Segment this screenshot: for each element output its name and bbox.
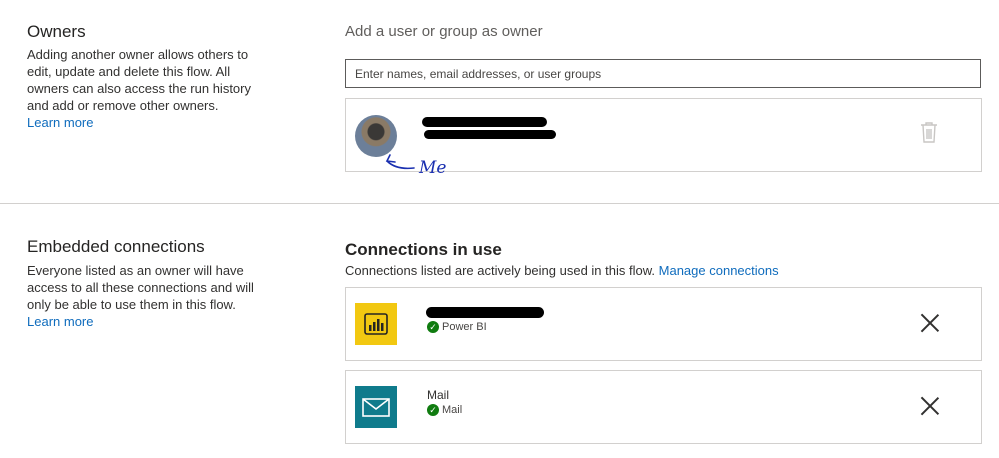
power-bi-icon — [355, 303, 397, 345]
connections-subtext-text: Connections listed are actively being us… — [345, 263, 656, 278]
embedded-description: Everyone listed as an owner will have ac… — [27, 262, 257, 330]
add-owner-heading: Add a user or group as owner — [345, 23, 543, 40]
connections-heading: Connections in use — [345, 240, 502, 259]
redacted-owner-email — [424, 130, 556, 139]
section-divider — [0, 203, 999, 204]
owners-description-text: Adding another owner allows others to ed… — [27, 47, 251, 113]
redacted-connection-name — [426, 307, 544, 318]
trash-icon[interactable] — [920, 121, 938, 143]
embedded-description-text: Everyone listed as an owner will have ac… — [27, 263, 254, 312]
embedded-learn-more-link[interactable]: Learn more — [27, 313, 257, 330]
owners-learn-more-link[interactable]: Learn more — [27, 114, 257, 131]
remove-connection-button[interactable] — [920, 313, 940, 333]
manage-connections-link[interactable]: Manage connections — [659, 263, 779, 278]
connections-subtext: Connections listed are actively being us… — [345, 263, 779, 278]
connection-status: ✓ Power BI — [427, 321, 487, 334]
connection-card-mail: Mail ✓ Mail — [345, 370, 982, 444]
checkmark-icon: ✓ — [427, 404, 439, 417]
connection-status: ✓ Mail — [427, 404, 463, 417]
annotation-me-label: Me — [419, 158, 447, 178]
redacted-owner-name — [422, 117, 547, 127]
checkmark-icon: ✓ — [427, 321, 439, 334]
connection-name: Mail — [427, 388, 450, 402]
owners-description: Adding another owner allows others to ed… — [27, 46, 257, 131]
owner-avatar — [355, 115, 397, 157]
owners-title: Owners — [27, 22, 86, 41]
mail-icon — [355, 386, 397, 428]
owner-search-input[interactable] — [345, 59, 981, 88]
connection-card-power-bi: ✓ Power BI — [345, 287, 982, 361]
connection-service-label: Mail — [442, 404, 463, 416]
remove-connection-button[interactable] — [920, 396, 940, 416]
connection-service-label: Power BI — [442, 321, 487, 333]
embedded-title: Embedded connections — [27, 237, 205, 256]
